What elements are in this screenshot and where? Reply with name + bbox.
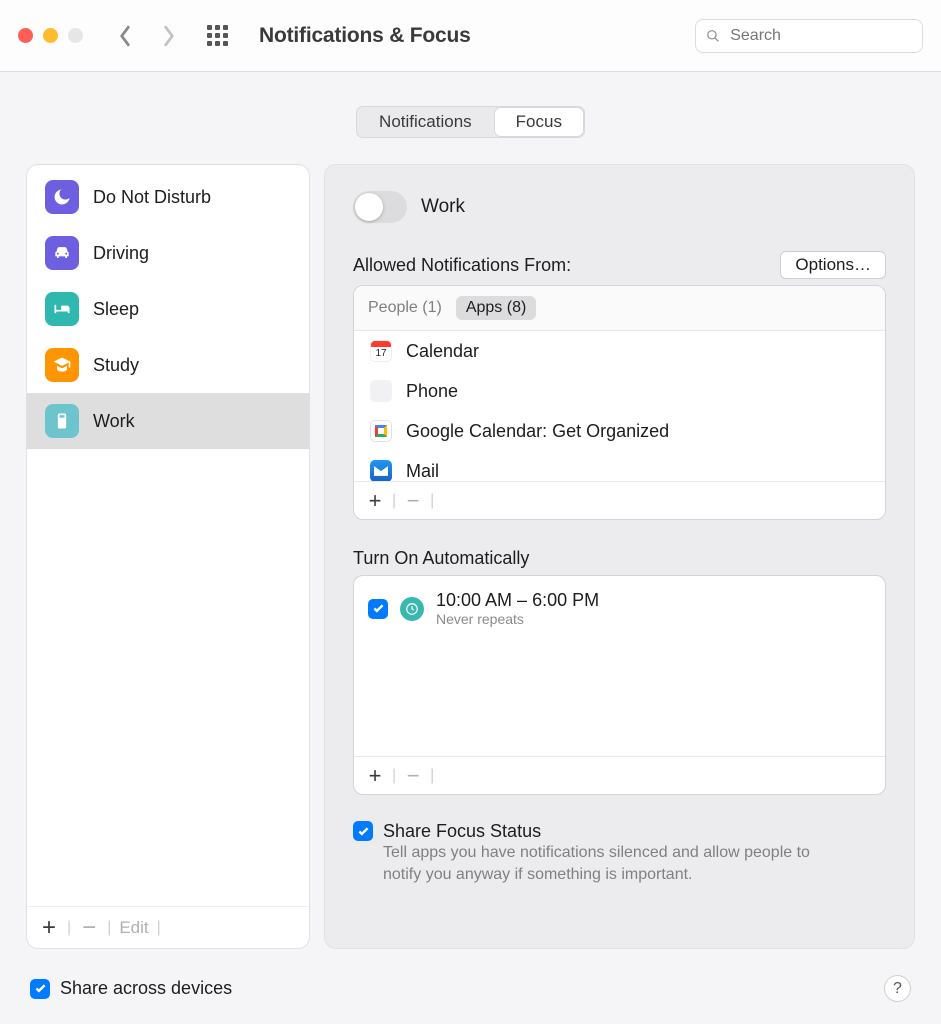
sidebar-item-study[interactable]: Study	[27, 337, 309, 393]
window-title: Notifications & Focus	[259, 24, 471, 48]
fullscreen-button[interactable]	[68, 28, 83, 43]
sidebar-item-dnd[interactable]: Do Not Disturb	[27, 169, 309, 225]
sidebar-item-sleep[interactable]: Sleep	[27, 281, 309, 337]
badge-icon	[45, 404, 79, 438]
allowed-label: Allowed Notifications From:	[353, 255, 571, 276]
list-item[interactable]: 17 Calendar	[354, 331, 885, 371]
list-item[interactable]: Mail	[354, 451, 885, 481]
share-focus-desc: Tell apps you have notifications silence…	[383, 842, 823, 885]
schedule-panel: 10:00 AM – 6:00 PM Never repeats + | − |	[353, 575, 886, 795]
mail-icon	[370, 460, 392, 481]
share-devices-label: Share across devices	[60, 978, 232, 999]
moon-icon	[45, 180, 79, 214]
edit-focus-button[interactable]: Edit	[119, 918, 148, 938]
options-button[interactable]: Options…	[780, 251, 886, 279]
search-input[interactable]	[728, 26, 912, 46]
sidebar-item-label: Work	[93, 411, 135, 432]
sidebar-item-label: Driving	[93, 243, 149, 264]
remove-focus-button[interactable]: −	[79, 914, 99, 942]
graduation-icon	[45, 348, 79, 382]
nav-forward-button[interactable]	[159, 26, 179, 46]
show-all-button[interactable]	[207, 25, 229, 47]
search-icon	[706, 28, 720, 44]
tab-people[interactable]: People (1)	[368, 299, 442, 317]
remove-app-button[interactable]: −	[404, 488, 422, 514]
close-button[interactable]	[18, 28, 33, 43]
focus-sidebar: Do Not Disturb Driving Sleep	[26, 164, 310, 949]
remove-schedule-button[interactable]: −	[404, 763, 422, 789]
tab-focus[interactable]: Focus	[494, 107, 584, 137]
sidebar-item-label: Study	[93, 355, 139, 376]
focus-name: Work	[421, 196, 465, 218]
allowed-panel: People (1) Apps (8) 17 Calendar Phone Go…	[353, 285, 886, 520]
list-item[interactable]: Phone	[354, 371, 885, 411]
schedule-repeat: Never repeats	[436, 611, 599, 627]
add-focus-button[interactable]: +	[39, 914, 59, 942]
clock-icon	[400, 597, 424, 621]
calendar-icon: 17	[370, 340, 392, 362]
titlebar: Notifications & Focus	[0, 0, 941, 72]
tab-apps[interactable]: Apps (8)	[456, 296, 536, 320]
add-schedule-button[interactable]: +	[366, 763, 384, 789]
google-calendar-icon	[370, 420, 392, 442]
share-focus-title: Share Focus Status	[383, 821, 823, 842]
focus-list: Do Not Disturb Driving Sleep	[27, 165, 309, 906]
search-field[interactable]	[695, 19, 923, 53]
tab-notifications[interactable]: Notifications	[357, 107, 494, 137]
window-controls	[18, 28, 83, 43]
car-icon	[45, 236, 79, 270]
sidebar-item-label: Sleep	[93, 299, 139, 320]
share-focus-checkbox[interactable]	[353, 821, 373, 841]
sidebar-item-driving[interactable]: Driving	[27, 225, 309, 281]
list-item[interactable]: Google Calendar: Get Organized	[354, 411, 885, 451]
schedule-time: 10:00 AM – 6:00 PM	[436, 590, 599, 611]
add-app-button[interactable]: +	[366, 488, 384, 514]
share-devices-checkbox[interactable]	[30, 979, 50, 999]
minimize-button[interactable]	[43, 28, 58, 43]
help-button[interactable]: ?	[884, 975, 911, 1002]
sidebar-item-work[interactable]: Work	[27, 393, 309, 449]
sidebar-footer: + | − | Edit |	[27, 906, 309, 948]
focus-toggle[interactable]	[353, 191, 407, 223]
phone-icon	[370, 380, 392, 402]
auto-label: Turn On Automatically	[353, 548, 886, 569]
pane-tabs: Notifications Focus	[356, 106, 585, 138]
sidebar-item-label: Do Not Disturb	[93, 187, 211, 208]
allowed-apps-list: 17 Calendar Phone Google Calendar: Get O…	[354, 331, 885, 481]
focus-detail-pane: Work Allowed Notifications From: Options…	[324, 164, 915, 949]
schedule-checkbox[interactable]	[368, 599, 388, 619]
bed-icon	[45, 292, 79, 326]
schedule-row[interactable]: 10:00 AM – 6:00 PM Never repeats	[366, 586, 873, 631]
nav-back-button[interactable]	[115, 26, 135, 46]
